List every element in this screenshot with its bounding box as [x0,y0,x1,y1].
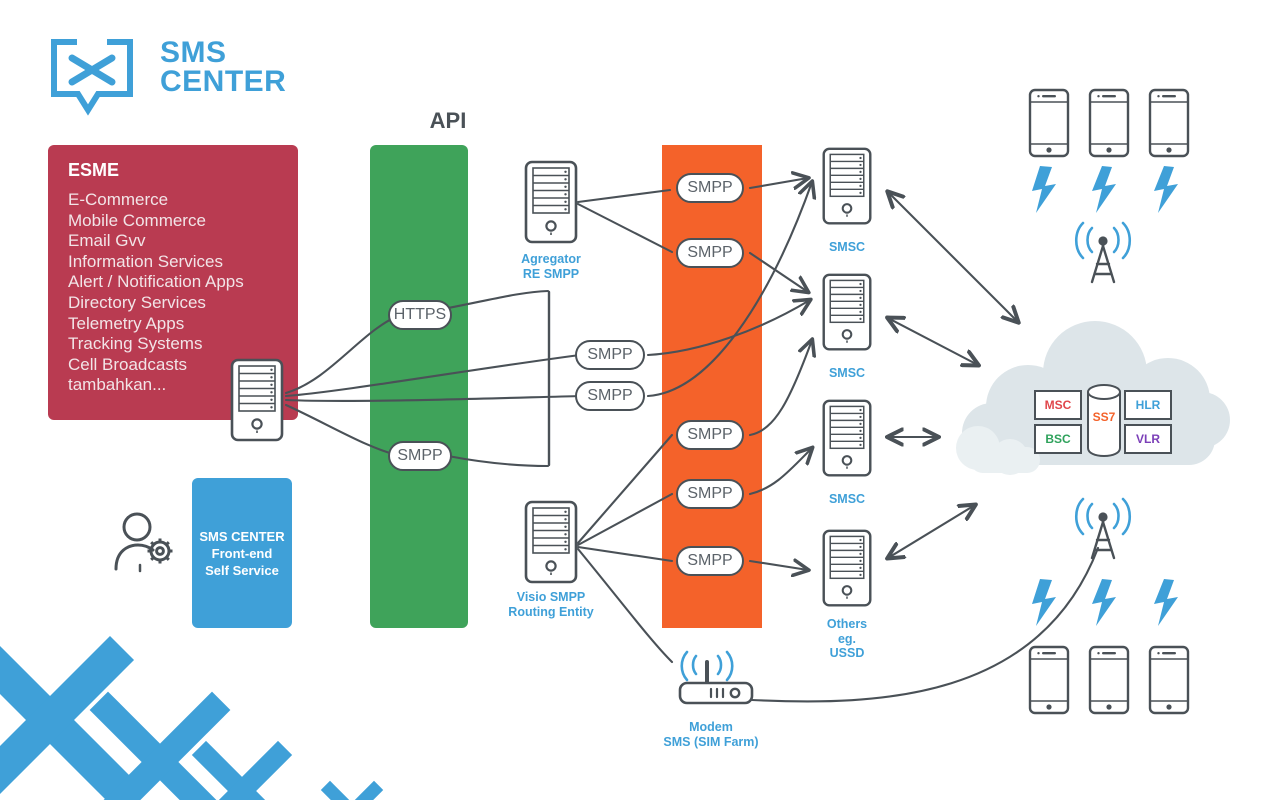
server-tower-icon [822,147,872,225]
aggregator-server[interactable] [522,160,580,251]
smsc-server-1[interactable] [820,146,874,233]
pill-smpp-re-1[interactable]: SMPP [676,420,744,450]
smsc-server-2[interactable] [820,272,874,359]
pill-smpp-re-3[interactable]: SMPP [676,546,744,576]
cloud-tag-label: HLR [1135,398,1161,412]
server-tower-icon [230,358,284,442]
cloud-tag-vlr: VLR [1124,424,1172,454]
modem-device[interactable] [666,650,756,717]
ss7-label: SS7 [1092,410,1116,424]
smsc-server-3[interactable] [820,398,874,485]
pill-smpp-bus-2[interactable]: SMPP [575,381,645,411]
others-server[interactable] [820,528,874,615]
cloud-tag-label: VLR [1136,432,1160,446]
server-tower-icon [822,529,872,607]
diagram-canvas: SMS CENTER ESME E-Commerce Mobile Commer… [0,0,1280,800]
cloud-tag-label: BSC [1045,432,1071,446]
cloud-tag-label: MSC [1044,398,1072,412]
server-tower-icon [524,160,578,244]
server-tower-icon [822,399,872,477]
server-tower-icon [822,273,872,351]
modem-icon [678,650,754,705]
pill-smpp-agg-2[interactable]: SMPP [676,238,744,268]
cloud-tag-msc: MSC [1034,390,1082,420]
cloud-tag-hlr: HLR [1124,390,1172,420]
cloud-tag-bsc: BSC [1034,424,1082,454]
pill-https[interactable]: HTTPS [388,300,452,330]
routing-entity-server[interactable] [522,500,580,591]
pill-smpp-bus-1[interactable]: SMPP [575,340,645,370]
pill-smpp-agg-1[interactable]: SMPP [676,173,744,203]
server-tower-icon [524,500,578,584]
pill-smpp-esme[interactable]: SMPP [388,441,452,471]
pill-smpp-re-2[interactable]: SMPP [676,479,744,509]
esme-server[interactable] [228,358,286,449]
